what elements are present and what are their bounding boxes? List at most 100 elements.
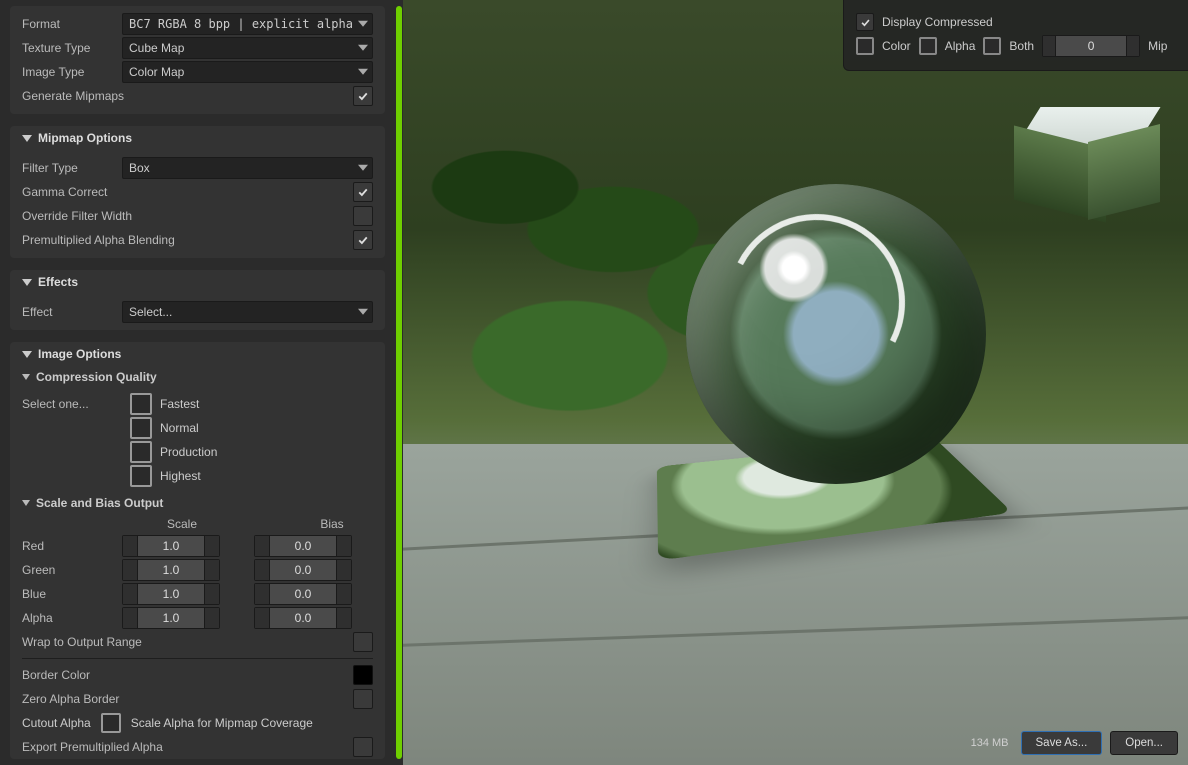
quality-highest-label: Highest — [160, 469, 201, 483]
quality-normal-checkbox[interactable] — [130, 417, 152, 439]
bias-input-alpha[interactable]: 0.0 — [254, 607, 352, 629]
scale-bias-grid: ScaleBias Red1.00.0Green1.00.0Blue1.00.0… — [10, 514, 385, 630]
gamma-label: Gamma Correct — [22, 185, 353, 199]
check-icon — [357, 186, 369, 198]
both-channel-checkbox[interactable] — [983, 37, 1001, 55]
scale-input-green[interactable]: 1.0 — [122, 559, 220, 581]
bias-input-green[interactable]: 0.0 — [254, 559, 352, 581]
texture-type-value: Cube Map — [129, 41, 184, 55]
image-options-title: Image Options — [38, 347, 121, 361]
channel-label: Green — [22, 563, 122, 577]
image-type-value: Color Map — [129, 65, 184, 79]
memory-size-label: 134 MB — [967, 737, 1013, 749]
filter-type-value: Box — [129, 161, 150, 175]
triangle-down-icon — [22, 279, 32, 286]
triangle-down-icon — [22, 135, 32, 142]
preview-scene — [403, 0, 1188, 765]
effects-panel: Effects Effect Select... — [10, 270, 385, 330]
color-label: Color — [882, 39, 911, 53]
export-premult-checkbox[interactable] — [353, 737, 373, 757]
app-root: Format BC7 RGBA 8 bpp | explicit alpha T… — [0, 0, 1188, 765]
quality-highest-checkbox[interactable] — [130, 465, 152, 487]
filter-type-dropdown[interactable]: Box — [122, 157, 373, 179]
zero-alpha-checkbox[interactable] — [353, 689, 373, 709]
scale-input-blue[interactable]: 1.0 — [122, 583, 220, 605]
image-type-dropdown[interactable]: Color Map — [122, 61, 373, 83]
color-channel-checkbox[interactable] — [856, 37, 874, 55]
scale-input-alpha[interactable]: 1.0 — [122, 607, 220, 629]
scale-input-red[interactable]: 1.0 — [122, 535, 220, 557]
divider-handle — [396, 6, 402, 759]
texture-panel: Format BC7 RGBA 8 bpp | explicit alpha T… — [10, 6, 385, 114]
quality-fastest-label: Fastest — [160, 397, 199, 411]
gamma-checkbox[interactable] — [353, 182, 373, 202]
viewport-footer: 134 MB Save As... Open... — [967, 731, 1178, 755]
display-overlay: Display Compressed Color Alpha Both 0 Mi… — [843, 0, 1188, 71]
bias-input-red[interactable]: 0.0 — [254, 535, 352, 557]
quality-normal-label: Normal — [160, 421, 199, 435]
chevron-down-icon — [358, 309, 368, 315]
format-dropdown[interactable]: BC7 RGBA 8 bpp | explicit alpha — [122, 13, 373, 35]
image-options-panel: Image Options Compression Quality Select… — [10, 342, 385, 759]
panel-divider[interactable] — [395, 0, 403, 765]
bias-header: Bias — [272, 517, 392, 531]
image-options-section-header[interactable]: Image Options — [10, 342, 385, 366]
mipmap-section-title: Mipmap Options — [38, 131, 132, 145]
chevron-down-icon — [358, 21, 368, 27]
open-button[interactable]: Open... — [1110, 731, 1178, 755]
filter-type-label: Filter Type — [22, 161, 122, 175]
generate-mipmaps-label: Generate Mipmaps — [22, 89, 353, 103]
quality-production-label: Production — [160, 445, 217, 459]
scale-bias-row: Red1.0 0.0 — [22, 534, 373, 558]
image-type-label: Image Type — [22, 65, 122, 79]
scale-header: Scale — [122, 517, 242, 531]
format-label: Format — [22, 17, 122, 31]
display-compressed-checkbox[interactable] — [856, 13, 874, 31]
format-value: BC7 RGBA 8 bpp | explicit alpha — [129, 17, 353, 31]
channel-label: Red — [22, 539, 122, 553]
scale-bias-section-header[interactable]: Scale and Bias Output — [10, 492, 385, 514]
quality-fastest-checkbox[interactable] — [130, 393, 152, 415]
export-premult-label: Export Premultiplied Alpha — [22, 740, 353, 754]
scale-alpha-label: Scale Alpha for Mipmap Coverage — [131, 716, 363, 730]
scale-bias-title: Scale and Bias Output — [36, 496, 163, 510]
chevron-down-icon — [358, 165, 368, 171]
override-checkbox[interactable] — [353, 206, 373, 226]
mip-level-input[interactable]: 0 — [1042, 35, 1140, 57]
select-one-label: Select one... — [22, 397, 122, 411]
scale-bias-row: Green1.0 0.0 — [22, 558, 373, 582]
channel-label: Alpha — [22, 611, 122, 625]
effect-dropdown[interactable]: Select... — [122, 301, 373, 323]
triangle-down-icon — [22, 500, 30, 506]
bias-input-blue[interactable]: 0.0 — [254, 583, 352, 605]
preview-viewport[interactable]: Display Compressed Color Alpha Both 0 Mi… — [403, 0, 1188, 765]
border-color-label: Border Color — [22, 668, 353, 682]
scale-bias-row: Alpha1.0 0.0 — [22, 606, 373, 630]
chevron-down-icon — [358, 69, 368, 75]
save-as-button[interactable]: Save As... — [1021, 731, 1103, 755]
zero-alpha-label: Zero Alpha Border — [22, 692, 353, 706]
effect-value: Select... — [129, 305, 172, 319]
both-label: Both — [1009, 39, 1034, 53]
properties-sidebar: Format BC7 RGBA 8 bpp | explicit alpha T… — [0, 0, 395, 765]
premult-checkbox[interactable] — [353, 230, 373, 250]
channel-label: Blue — [22, 587, 122, 601]
effects-section-header[interactable]: Effects — [10, 270, 385, 294]
mipmap-panel: Mipmap Options Filter Type Box Gamma Cor… — [10, 126, 385, 258]
quality-production-checkbox[interactable] — [130, 441, 152, 463]
display-compressed-label: Display Compressed — [882, 15, 993, 29]
alpha-channel-checkbox[interactable] — [919, 37, 937, 55]
generate-mipmaps-checkbox[interactable] — [353, 86, 373, 106]
texture-type-dropdown[interactable]: Cube Map — [122, 37, 373, 59]
check-icon — [860, 17, 871, 28]
check-icon — [357, 90, 369, 102]
texture-type-label: Texture Type — [22, 41, 122, 55]
scale-alpha-checkbox[interactable] — [101, 713, 121, 733]
mipmap-section-header[interactable]: Mipmap Options — [10, 126, 385, 150]
border-color-swatch[interactable] — [353, 665, 373, 685]
triangle-down-icon — [22, 351, 32, 358]
wrap-checkbox[interactable] — [353, 632, 373, 652]
scale-bias-row: Blue1.0 0.0 — [22, 582, 373, 606]
chevron-down-icon — [358, 45, 368, 51]
compression-section-header[interactable]: Compression Quality — [10, 366, 385, 388]
